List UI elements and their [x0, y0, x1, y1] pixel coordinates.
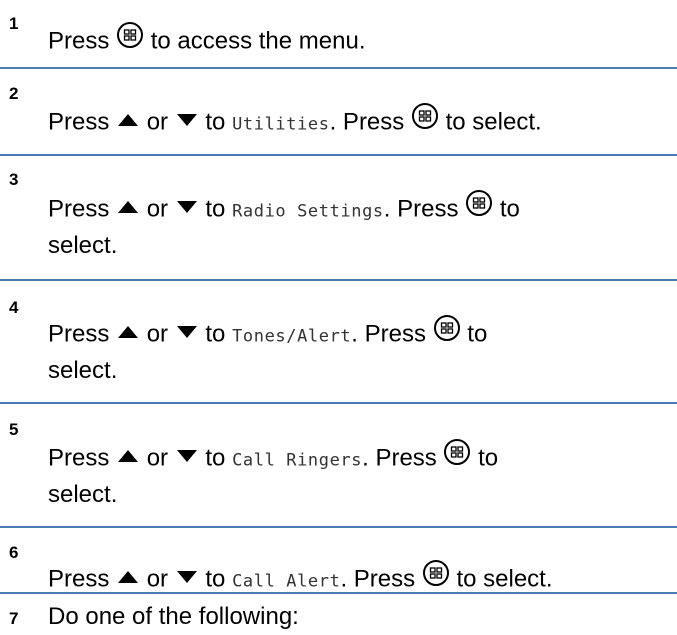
menu-ok-button-icon	[116, 21, 144, 59]
divider	[0, 154, 677, 156]
step-text: Press or to Call Ringers. Press to selec…	[48, 438, 668, 512]
step-number: 1	[9, 14, 19, 33]
step-number: 2	[9, 84, 19, 103]
menu-ok-button-icon	[443, 438, 471, 476]
down-arrow-icon	[175, 104, 199, 138]
menu-ok-button-icon	[465, 189, 493, 227]
step-number: 3	[9, 170, 19, 189]
up-arrow-icon	[116, 316, 140, 350]
menu-ok-button-icon	[433, 314, 461, 352]
down-arrow-icon	[175, 561, 199, 595]
step-text: Press to access the menu.	[48, 21, 668, 61]
divider	[0, 526, 677, 528]
up-arrow-icon	[116, 104, 140, 138]
divider	[0, 592, 677, 594]
step-text: Press or to Tones/Alert. Press to select…	[48, 314, 668, 388]
step-text: Press or to Radio Settings. Press to sel…	[48, 189, 668, 263]
down-arrow-icon	[175, 316, 199, 350]
down-arrow-icon	[175, 440, 199, 474]
step-number: 6	[9, 543, 19, 562]
step-number: 4	[9, 298, 19, 317]
step-number: 7	[9, 609, 19, 628]
menu-ok-button-icon	[411, 102, 439, 140]
divider	[0, 279, 677, 281]
down-arrow-icon	[175, 191, 199, 225]
divider	[0, 402, 677, 404]
divider	[0, 67, 677, 69]
up-arrow-icon	[116, 561, 140, 595]
step-text: Press or to Utilities. Press to select.	[48, 102, 668, 142]
step-text: Do one of the following:	[48, 603, 299, 630]
up-arrow-icon	[116, 191, 140, 225]
up-arrow-icon	[116, 440, 140, 474]
step-number: 5	[9, 420, 19, 439]
